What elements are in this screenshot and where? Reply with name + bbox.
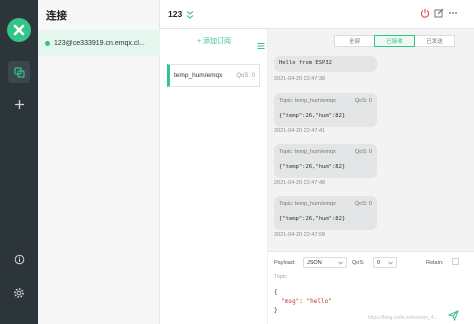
tab-sent[interactable]: 已发送 xyxy=(414,35,455,47)
about-icon[interactable] xyxy=(8,248,30,270)
code-key: "msg" xyxy=(281,298,300,305)
message-time: 2021-04-20 22:47:48 xyxy=(274,180,326,186)
chevron-down-icon xyxy=(388,261,393,265)
tab-all[interactable]: 全部 xyxy=(334,35,375,47)
icon-rail xyxy=(0,0,38,324)
code-separator: : xyxy=(299,298,307,305)
payload-label: Payload: xyxy=(274,260,296,266)
subscription-topic: temp_hum/emqx xyxy=(174,72,223,79)
add-subscription-button[interactable]: + 添加订阅 xyxy=(160,36,268,46)
message-payload: {"temp":26,"hum":82} xyxy=(279,113,346,119)
messages-panel: 全部 已接收 已发送 Hello from ESP32 2021-04-20 2… xyxy=(268,29,474,251)
disconnect-icon[interactable] xyxy=(420,8,430,18)
message-payload: Hello from ESP32 xyxy=(279,60,332,66)
subscription-item[interactable]: temp_hum/emqx QoS: 0 xyxy=(167,64,260,87)
tab-received[interactable]: 已接收 xyxy=(374,35,415,47)
payload-editor[interactable]: { "msg": "hello" } xyxy=(274,288,332,315)
message-time: 2021-04-20 22:47:41 xyxy=(274,128,326,134)
message-bubble: Hello from ESP32 xyxy=(274,56,377,72)
connection-name: 123 xyxy=(168,9,183,19)
chevron-down-icon xyxy=(338,261,343,265)
message-qos: QoS: 0 xyxy=(354,98,372,104)
more-icon[interactable] xyxy=(448,8,458,18)
send-icon[interactable] xyxy=(447,308,459,324)
code-value: "hello" xyxy=(306,298,332,305)
payload-format-select[interactable]: JSON xyxy=(303,257,347,268)
message-bubble: Topic: temp_hum/emqx QoS: 0 {"temp":26,"h… xyxy=(274,196,377,230)
subscription-list-icon[interactable] xyxy=(257,37,265,55)
message-qos: QoS: 0 xyxy=(354,201,372,207)
message-payload: {"temp":26,"hum":82} xyxy=(279,216,346,222)
connection-header: 123 xyxy=(160,0,474,29)
connections-panel: 连接 123@ce333919.cn.emqx.cl... xyxy=(38,0,160,324)
message-time: 2021-04-20 22:47:38 xyxy=(274,76,326,82)
settings-icon[interactable] xyxy=(8,282,30,304)
connection-item[interactable]: 123@ce333919.cn.emqx.cl... xyxy=(38,30,160,56)
qos-value: 0 xyxy=(377,259,381,266)
add-icon[interactable] xyxy=(8,93,30,115)
edit-icon[interactable] xyxy=(434,8,444,18)
topic-input[interactable]: Topic xyxy=(274,274,287,280)
code-brace: } xyxy=(274,307,278,314)
payload-format-value: JSON xyxy=(307,259,322,266)
watermark: https://blog.csdn.net/weixin_4... xyxy=(368,315,438,321)
message-bubble: Topic: temp_hum/emqx QoS: 0 {"temp":26,"h… xyxy=(274,93,377,127)
message-filter-tabs: 全部 已接收 已发送 xyxy=(334,35,455,47)
qos-label: QoS: xyxy=(352,260,365,266)
connections-icon[interactable] xyxy=(8,61,30,83)
message-composer: Payload: JSON QoS: 0 Retain: Topic { "ms… xyxy=(268,251,474,324)
code-brace: { xyxy=(274,289,278,296)
message-payload: {"temp":26,"hum":82} xyxy=(279,164,346,170)
message-time: 2021-04-20 22:47:58 xyxy=(274,232,326,238)
subscription-qos: QoS: 0 xyxy=(236,72,255,79)
message-bubble: Topic: temp_hum/emqx QoS: 0 {"temp":26,"h… xyxy=(274,144,377,178)
message-topic: Topic: temp_hum/emqx xyxy=(279,98,336,104)
chevron-down-icon[interactable] xyxy=(186,7,194,25)
message-topic: Topic: temp_hum/emqx xyxy=(279,201,336,207)
message-qos: QoS: 0 xyxy=(354,149,372,155)
connected-status-dot xyxy=(45,40,50,46)
connections-title: 连接 xyxy=(46,10,67,22)
retain-checkbox[interactable] xyxy=(452,258,459,265)
message-topic: Topic: temp_hum/emqx xyxy=(279,149,336,155)
qos-select[interactable]: 0 xyxy=(373,257,397,268)
mqttx-logo-icon xyxy=(7,18,31,42)
retain-label: Retain: xyxy=(426,260,444,266)
subscriptions-panel: + 添加订阅 temp_hum/emqx QoS: 0 xyxy=(160,29,268,324)
connection-label: 123@ce333919.cn.emqx.cl... xyxy=(54,39,145,47)
